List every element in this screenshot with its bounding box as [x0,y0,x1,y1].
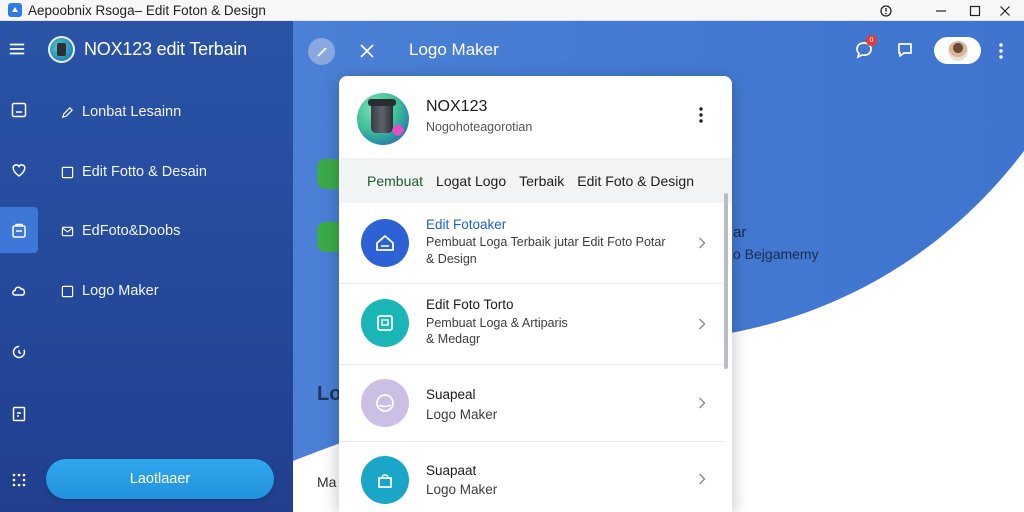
tag-item[interactable]: Terbaik [519,173,564,189]
bag-icon[interactable] [0,207,38,253]
doc-icon[interactable] [0,391,38,437]
sidebar-item-edfoto[interactable]: EdFoto&Doobs [60,219,180,243]
list-item-desc: Pembuat Loga Terbaik jutar Edit Foto Pot… [426,235,666,249]
sidebar: NOX123 edit Terbain Lonbat Lesainn Edit … [0,21,293,512]
edit-icon [60,105,74,119]
tag-bar: Pembuat Logat Logo Terbaik Edit Foto & D… [339,158,732,203]
background-green-chip [317,159,339,189]
list-item-title: Edit Foto Torto [426,297,514,312]
tag-item[interactable]: Logat Logo [436,173,506,189]
list-item[interactable]: Suapaat Logo Maker [339,442,723,512]
notification-badge: 0 [866,35,877,46]
list-item-title: Suapeal [426,387,476,402]
chevron-right-icon [696,316,708,332]
cloud-icon[interactable] [0,267,38,313]
minimize-icon[interactable] [924,0,958,21]
sidebar-rail [0,79,38,512]
background-footer-text: Ma [317,474,337,490]
message-icon[interactable] [893,38,917,62]
menu-icon[interactable] [6,38,28,60]
close-icon[interactable] [988,0,1022,21]
help-icon[interactable] [869,0,903,21]
sidebar-item-label: EdFoto&Doobs [82,223,181,239]
home-icon [361,219,409,267]
avatar-image [947,40,968,61]
chevron-right-icon [696,471,708,487]
box-icon [361,456,409,504]
heart-icon[interactable] [0,147,38,193]
tag-item[interactable]: Edit Foto & Design [577,173,694,189]
sidebar-header: NOX123 edit Terbain [0,21,293,79]
circle-icon [361,379,409,427]
app-detail-card: NOX123 Nogohoteagorotian Pembuat Logat L… [339,76,732,512]
chevron-right-icon [696,235,708,251]
frame-icon [361,299,409,347]
square-icon [60,284,74,298]
window-title: Aepoobnix Rsoga– Edit Foton & Design [28,2,266,18]
maximize-icon[interactable] [958,0,992,21]
chevron-right-icon [696,395,708,411]
sidebar-item-logo-maker[interactable]: Logo Maker [60,279,159,303]
avatar[interactable] [934,37,981,64]
list-item-desc: Logo Maker [426,407,498,422]
list-item[interactable]: Edit Fotoaker Pembuat Loga Terbaik jutar… [339,203,723,284]
page-title: Logo Maker [409,40,499,59]
background-heading: Lo [317,383,342,405]
image-icon[interactable] [0,87,38,133]
brand-name: NOX123 edit Terbain [84,39,247,59]
sidebar-item-lonbat[interactable]: Lonbat Lesainn [60,100,181,124]
square-icon [60,165,74,179]
card-header: NOX123 Nogohoteagorotian [339,76,732,158]
background-text: ar [733,224,747,241]
sidebar-item-label: Logo Maker [82,283,159,299]
edit-pen-icon[interactable] [308,38,335,65]
app-icon [8,3,22,17]
sidebar-item-edit-fotto[interactable]: Edit Fotto & Desain [60,160,207,184]
app-logo [357,93,409,145]
sidebar-action-button[interactable]: Laotlaaer [46,459,274,499]
brand-logo [48,36,75,63]
list-item-desc: & Medagr [426,332,481,346]
tag-item[interactable]: Pembuat [367,173,423,189]
refresh-icon[interactable] [0,329,38,375]
list-item-desc: & Design [426,252,477,266]
mail-icon [60,224,74,238]
chat-icon[interactable]: 0 [852,35,877,62]
list-item-title: Suapaat [426,463,477,478]
grid-icon[interactable] [0,457,38,503]
background-text: o Bejgamemy [733,246,819,262]
close-panel-icon[interactable] [355,39,379,63]
app-name: NOX123 [426,98,488,115]
scrollbar[interactable] [724,193,728,369]
list-item[interactable]: Edit Foto Torto Pembuat Loga & Artiparis… [339,284,723,365]
top-bar: Logo Maker 0 [293,21,1024,79]
list-item-desc: Logo Maker [426,482,498,497]
list-item-title: Edit Fotoaker [426,217,507,232]
option-list: Edit Fotoaker Pembuat Loga Terbaik jutar… [339,193,732,512]
card-more-icon[interactable] [693,103,709,127]
sidebar-item-label: Lonbat Lesainn [82,104,182,120]
list-item[interactable]: Suapeal Logo Maker [339,365,723,442]
window-title-bar: Aepoobnix Rsoga– Edit Foton & Design [0,0,1024,21]
more-icon[interactable] [993,39,1009,63]
sidebar-item-label: Edit Fotto & Desain [82,164,207,180]
list-item-desc: Pembuat Loga & Artiparis [426,316,568,330]
background-green-chip [317,222,339,252]
app-subtitle: Nogohoteagorotian [426,120,533,134]
